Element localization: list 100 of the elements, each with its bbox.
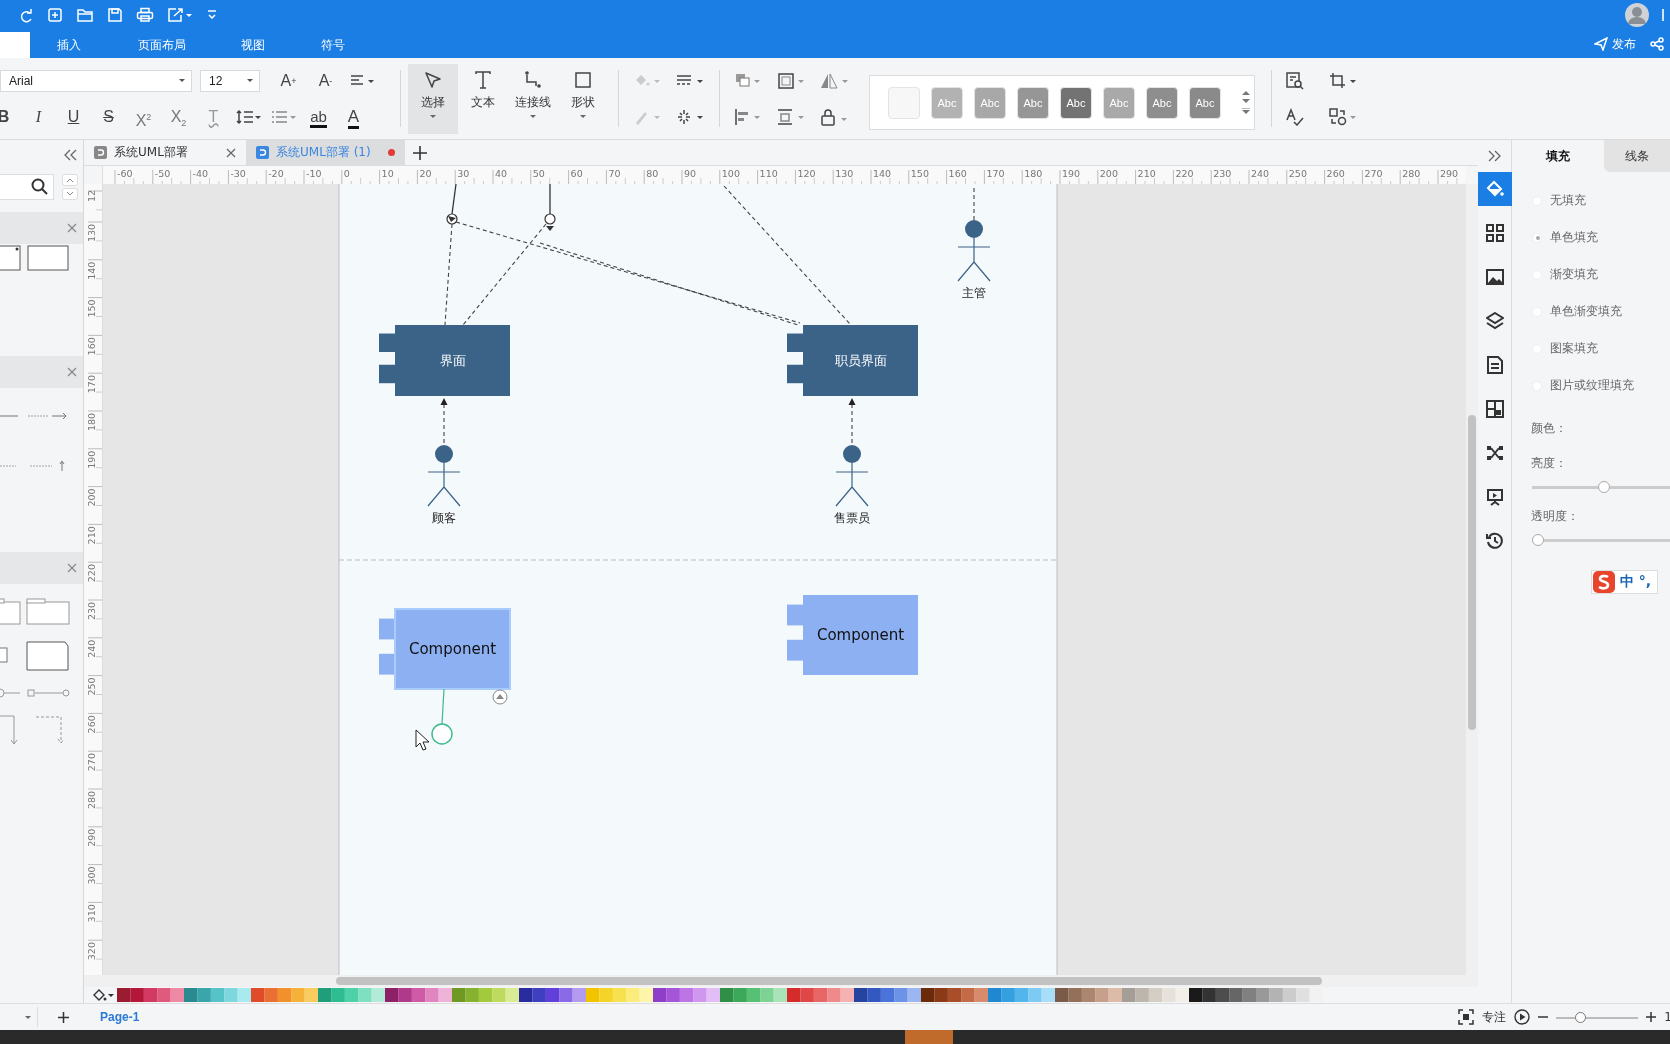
zoom-slider-thumb[interactable] (1574, 1011, 1586, 1023)
effects-icon[interactable] (675, 107, 706, 126)
scroll-down-icon[interactable] (1242, 99, 1250, 104)
ruler-label: 200 (86, 488, 97, 507)
subscript-button[interactable]: X$_{2}$ (161, 104, 196, 129)
image-icon[interactable] (1485, 268, 1504, 286)
lock-icon[interactable] (819, 107, 850, 126)
close-section-icon[interactable] (67, 563, 77, 573)
add-page-icon[interactable] (57, 1011, 69, 1023)
menu-tab[interactable]: 插入 (30, 32, 108, 58)
vertical-scrollbar-thumb[interactable] (1468, 415, 1476, 730)
shape-thumbnail[interactable] (0, 244, 70, 274)
menu-tab[interactable]: 视图 (216, 32, 290, 58)
caret-icon[interactable] (580, 115, 586, 118)
new-file-icon[interactable] (47, 7, 63, 23)
expand-panel-icon[interactable] (1487, 150, 1502, 162)
menu-tab[interactable]: 符号 (290, 32, 376, 58)
tool-button[interactable]: 连接线 (508, 64, 558, 134)
group-icon[interactable] (776, 71, 807, 90)
actor-figure[interactable] (427, 445, 461, 507)
shape-thumbnail[interactable] (0, 598, 70, 626)
presentation-icon[interactable] (1485, 488, 1504, 506)
paint-bucket-icon[interactable] (92, 988, 114, 1002)
radio-button[interactable] (1532, 232, 1542, 243)
search-icon[interactable] (31, 178, 49, 196)
ruler-label: 280 (1402, 168, 1421, 179)
strikethrough-button[interactable]: S (91, 104, 126, 129)
menu-tab[interactable]: 页面布局 (108, 32, 216, 58)
layers-icon[interactable] (1485, 312, 1504, 330)
style-swatch[interactable]: Abc (1060, 86, 1092, 119)
scroll-down-icon[interactable] (62, 188, 78, 200)
ruler-label: 130 (835, 168, 854, 179)
ruler-label: 230 (1213, 168, 1232, 179)
publish-button[interactable]: 发布 (1594, 35, 1636, 53)
caret-icon[interactable] (179, 79, 185, 82)
actor-figure[interactable] (957, 220, 991, 282)
network-icon[interactable] (1485, 444, 1504, 462)
shape-thumbnail[interactable] (0, 686, 70, 700)
actor-figure[interactable] (835, 445, 869, 507)
focus-mode-label[interactable]: 专注 (1482, 1008, 1507, 1026)
save-icon[interactable] (107, 7, 123, 23)
shape-thumbnail[interactable] (0, 640, 70, 672)
caret-icon[interactable] (430, 115, 436, 118)
share-icon[interactable] (1650, 37, 1664, 51)
caret-icon[interactable] (530, 115, 536, 118)
history-icon[interactable] (1485, 532, 1504, 550)
close-tab-icon[interactable] (226, 147, 236, 158)
font-size-select[interactable]: 12 (200, 69, 260, 92)
page-list-caret-icon[interactable] (25, 1015, 31, 1019)
tool-button[interactable]: 形状 (558, 64, 608, 134)
line-spacing-icon[interactable] (235, 108, 262, 125)
distribute-icon[interactable] (776, 107, 807, 126)
slider-thumb[interactable] (1597, 481, 1610, 493)
scroll-up-icon[interactable] (62, 174, 78, 186)
slider-label: 亮度： (1530, 455, 1568, 472)
tool-button[interactable]: 选择 (408, 64, 458, 134)
focus-mode-icon[interactable] (1458, 1009, 1475, 1025)
scroll-up-icon[interactable] (1242, 90, 1250, 95)
search-field[interactable] (0, 174, 54, 200)
collapse-icon[interactable] (63, 149, 77, 161)
font-select[interactable]: Arial (0, 69, 192, 92)
send-icon[interactable] (1594, 37, 1608, 51)
play-icon[interactable] (1514, 1009, 1531, 1025)
panel-tab[interactable]: 线条 (1604, 140, 1670, 172)
zoom-in-icon[interactable] (1646, 1012, 1657, 1022)
highlight-button[interactable]: ab (301, 104, 336, 129)
style-swatch[interactable] (888, 86, 920, 119)
replace-icon[interactable] (1328, 107, 1359, 126)
flip-icon[interactable] (819, 71, 850, 90)
close-section-icon[interactable] (67, 367, 77, 377)
more-styles-icon[interactable] (1242, 108, 1250, 115)
document-tab[interactable]: 系统UML部署 (84, 140, 246, 165)
caret-icon[interactable] (247, 79, 253, 82)
font-color-button[interactable]: A (336, 104, 371, 129)
italic-button[interactable]: I (21, 104, 56, 129)
print-icon[interactable] (136, 7, 154, 23)
bullet-list-icon[interactable] (270, 108, 297, 125)
export-icon[interactable] (167, 7, 193, 23)
fill-icon[interactable] (1485, 180, 1504, 198)
underline-button[interactable]: U (56, 104, 91, 129)
square-icon (573, 70, 593, 90)
close-section-icon[interactable] (67, 223, 77, 233)
interface-lollipop[interactable] (431, 688, 453, 745)
horizontal-scrollbar-thumb[interactable] (336, 977, 1322, 985)
page-icon[interactable] (1485, 356, 1504, 374)
rotate-handle-icon[interactable] (492, 689, 508, 705)
slider-thumb[interactable] (1532, 534, 1544, 546)
puzzle-icon[interactable] (1485, 400, 1504, 418)
new-tab-icon[interactable] (413, 145, 427, 160)
input-method-logo-icon (1592, 570, 1616, 594)
grid-icon[interactable] (1485, 224, 1504, 242)
superscript-button[interactable]: X$^{2}$ (126, 104, 161, 129)
redo-icon[interactable] (18, 7, 34, 23)
open-folder-icon[interactable] (76, 7, 94, 23)
avatar-icon[interactable] (1624, 2, 1650, 28)
input-method-toolbar[interactable]: 中 °, (1591, 570, 1659, 594)
tool-button[interactable]: 文本 (458, 64, 508, 134)
page-tab[interactable]: Page-1 (88, 1004, 152, 1030)
ruler-label: 260 (1326, 168, 1345, 179)
crop-icon[interactable] (1328, 71, 1359, 90)
